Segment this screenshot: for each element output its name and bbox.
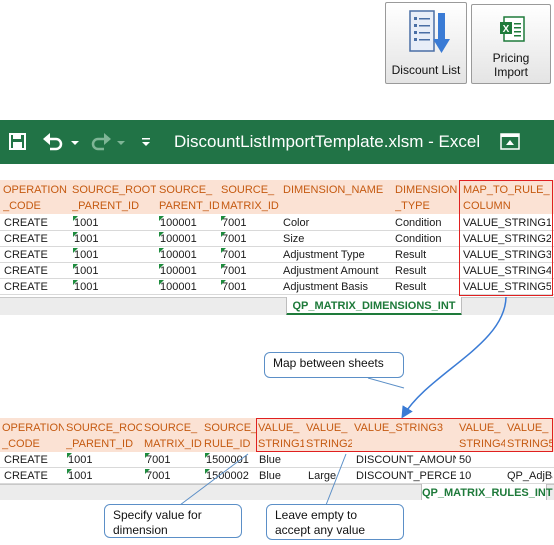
table-cell[interactable]: CREATE [2,468,64,484]
table-cell[interactable]: 100001 [158,247,218,263]
table-cell[interactable]: Result [393,247,457,263]
dimensions-tab-bar: QP_MATRIX_DIMENSIONS_INT [0,297,554,315]
table-cell[interactable]: 7001 [144,468,202,484]
table-cell[interactable]: 7001 [220,263,280,279]
table-cell[interactable]: 1001 [72,263,156,279]
table-cell[interactable]: Color [281,215,391,231]
header-dimension-type: DIMENSION _TYPE [395,184,458,212]
table-cell[interactable]: 1500002 [204,468,256,484]
value-strings-highlight [256,418,553,452]
table-cell[interactable]: Blue [257,452,304,468]
table-cell[interactable] [306,452,353,468]
table-cell[interactable]: Adjustment Type [281,247,391,263]
customize-toolbar-icon[interactable] [140,130,152,154]
table-cell[interactable]: 1001 [72,215,156,231]
discount-list-button[interactable]: Discount List [385,2,467,84]
discount-list-label: Discount List [391,63,461,77]
table-cell[interactable]: CREATE [2,452,64,468]
table-cell[interactable]: CREATE [2,247,68,263]
table-cell[interactable]: 1001 [72,247,156,263]
tab-qp-matrix-rules-int[interactable]: QP_MATRIX_RULES_INT [421,484,553,500]
header-source-matrix-id: SOURCE_ MATRIX_ID [221,184,279,212]
table-cell[interactable]: 7001 [220,215,280,231]
table-cell[interactable]: QP_AdjBa [505,468,553,484]
table-cell[interactable]: Result [393,279,457,295]
table-cell[interactable]: 1500001 [204,452,256,468]
header-operation-code: OPERATION _CODE [2,422,64,450]
header-source-rule-id: SOURCE_ RULE_ID [204,422,256,450]
table-cell[interactable]: DISCOUNT_AMOUNT [354,452,456,468]
table-cell[interactable]: 100001 [158,263,218,279]
excel-title-bar: DiscountListImportTemplate.xlsm - Excel [0,120,554,164]
table-cell[interactable]: 7001 [220,247,280,263]
save-icon[interactable] [8,130,28,154]
table-cell[interactable]: 7001 [220,279,280,295]
svg-text:X: X [503,24,510,35]
callout-specify-value: Specify value for dimension [104,504,242,538]
window-title: DiscountListImportTemplate.xlsm - Excel [174,132,481,151]
ribbon-display-icon[interactable] [498,130,522,154]
table-cell[interactable]: CREATE [2,231,68,247]
table-cell[interactable]: 100001 [158,231,218,247]
table-cell[interactable]: DISCOUNT_PERCENT [354,468,456,484]
list-icon [409,10,450,53]
map-to-rule-highlight [459,180,553,296]
table-cell[interactable]: 1001 [72,279,156,295]
table-cell[interactable]: 1001 [72,231,156,247]
undo-dropdown-icon[interactable] [70,130,80,154]
table-cell[interactable] [505,452,553,468]
redo-dropdown-icon[interactable] [116,130,126,154]
table-cell[interactable]: Adjustment Amount [281,263,391,279]
header-operation-code: OPERATION _CODE [3,184,67,212]
table-cell[interactable]: CREATE [2,279,68,295]
table-cell[interactable]: Adjustment Basis [281,279,391,295]
rules-sheet: OPERATION_CODE SOURCE_ROOT_PARENT_ID SOU… [0,418,554,500]
table-cell[interactable]: 100001 [158,279,218,295]
tab-qp-matrix-dimensions-int[interactable]: QP_MATRIX_DIMENSIONS_INT [286,297,462,315]
callout-map-between-sheets: Map between sheets [264,352,404,378]
callout-leave-empty: Leave empty to accept any value [266,504,404,540]
table-cell[interactable]: CREATE [2,215,68,231]
table-cell[interactable]: 100001 [158,215,218,231]
table-cell[interactable]: Size [281,231,391,247]
table-cell[interactable]: 7001 [144,452,202,468]
redo-icon[interactable] [90,130,112,154]
excel-icon: X [500,16,525,42]
pricing-import-button[interactable]: X Pricing Import [471,4,551,84]
header-dimension-name: DIMENSION_NAME [283,184,384,196]
undo-icon[interactable] [42,130,64,154]
pricing-import-label: Pricing Import [492,51,530,79]
table-cell[interactable]: 10 [457,468,505,484]
table-cell[interactable]: Result [393,263,457,279]
header-source-root-parent-id: SOURCE_ROOT_PARENT_ID [72,184,156,212]
rules-tab-bar: QP_MATRIX_RULES_INT [0,484,554,500]
table-cell[interactable]: CREATE [2,263,68,279]
dimensions-sheet: OPERATION _CODE SOURCE_ROOT _PARENT_ID SOU… [0,180,554,315]
header-source-root-parent-id: SOURCE_ROOT_PARENT_ID [66,422,142,450]
table-cell[interactable]: Large [306,468,353,484]
table-cell[interactable]: Condition [393,215,457,231]
table-cell[interactable]: 50 [457,452,505,468]
table-cell[interactable]: Blue [257,468,304,484]
header-source-matrix-id: SOURCE_ MATRIX_ID [144,422,202,450]
table-cell[interactable]: 1001 [66,468,142,484]
header-source-parent-id: SOURCE_ PARENT_ID [159,184,219,212]
table-row: CREATE 1001 7001 1500002 Blue Large DISCOUNT_P… [0,468,554,484]
table-row: CREATE100170011500001Blue DISCOUNT_AMOUNT… [0,452,554,468]
table-cell[interactable]: Condition [393,231,457,247]
table-cell[interactable]: 7001 [220,231,280,247]
table-cell[interactable]: 1001 [66,452,142,468]
